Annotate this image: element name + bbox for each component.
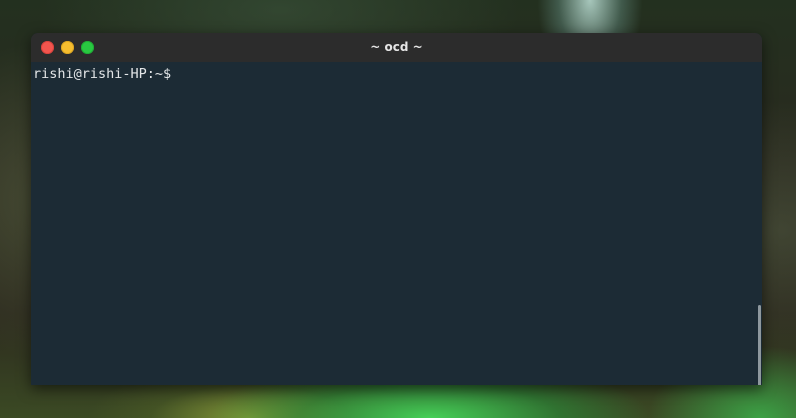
window-title: ~ ocd ~	[370, 40, 423, 54]
shell-prompt: rishi@rishi-HP:~$	[33, 66, 172, 82]
scrollbar[interactable]	[758, 305, 761, 385]
window-titlebar[interactable]: ~ ocd ~	[31, 33, 762, 62]
terminal-output-area[interactable]: rishi@rishi-HP:~$	[31, 62, 762, 385]
terminal-window[interactable]: ~ ocd ~ rishi@rishi-HP:~$	[31, 33, 762, 385]
